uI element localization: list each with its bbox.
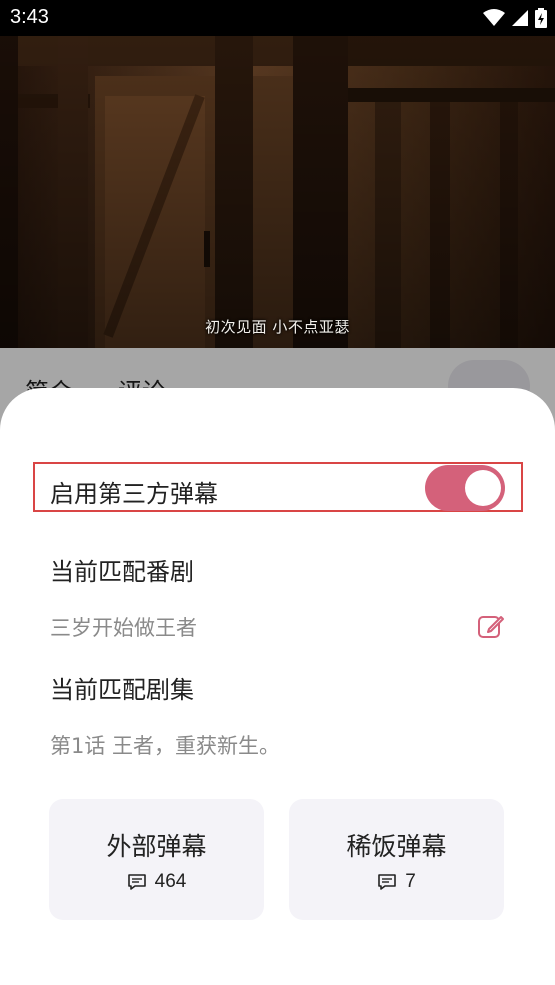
- matched-anime-title: 当前匹配番剧: [50, 558, 194, 586]
- external-danmaku-label: 外部弹幕: [106, 832, 207, 861]
- comment-icon: [127, 874, 146, 890]
- cell-signal-icon: [512, 10, 528, 26]
- matched-episode-value: 第1话 王者，重获新生。: [50, 734, 281, 758]
- third-party-danmaku-row[interactable]: 启用第三方弹幕: [33, 462, 523, 512]
- matched-anime-value: 三岁开始做王者: [50, 616, 197, 640]
- third-party-danmaku-label: 启用第三方弹幕: [50, 480, 218, 508]
- status-time: 3:43: [10, 6, 49, 28]
- danmaku-settings-sheet: 启用第三方弹幕 当前匹配番剧 三岁开始做王者 当前匹配剧集 第1话 王者，重获新…: [0, 388, 555, 985]
- wifi-icon: [483, 9, 505, 26]
- status-icons: [483, 8, 547, 28]
- external-danmaku-count-row: 464: [49, 871, 264, 893]
- xifan-danmaku-label: 稀饭弹幕: [346, 832, 447, 861]
- video-frame: [0, 36, 555, 348]
- video-player[interactable]: 初次见面 小不点亚瑟: [0, 36, 555, 348]
- external-danmaku-card[interactable]: 外部弹幕 464: [49, 799, 264, 920]
- edit-icon[interactable]: [477, 613, 505, 641]
- status-bar: 3:43: [0, 0, 555, 36]
- switch-knob: [465, 470, 501, 506]
- xifan-danmaku-card[interactable]: 稀饭弹幕 7: [289, 799, 504, 920]
- xifan-danmaku-count-row: 7: [289, 871, 504, 893]
- third-party-danmaku-switch[interactable]: [425, 465, 505, 511]
- comment-icon: [378, 874, 397, 890]
- video-subtitle: 初次见面 小不点亚瑟: [205, 318, 350, 336]
- external-danmaku-count: 464: [154, 871, 187, 892]
- battery-icon: [535, 8, 547, 28]
- xifan-danmaku-count: 7: [405, 871, 416, 892]
- matched-episode-title: 当前匹配剧集: [50, 676, 194, 704]
